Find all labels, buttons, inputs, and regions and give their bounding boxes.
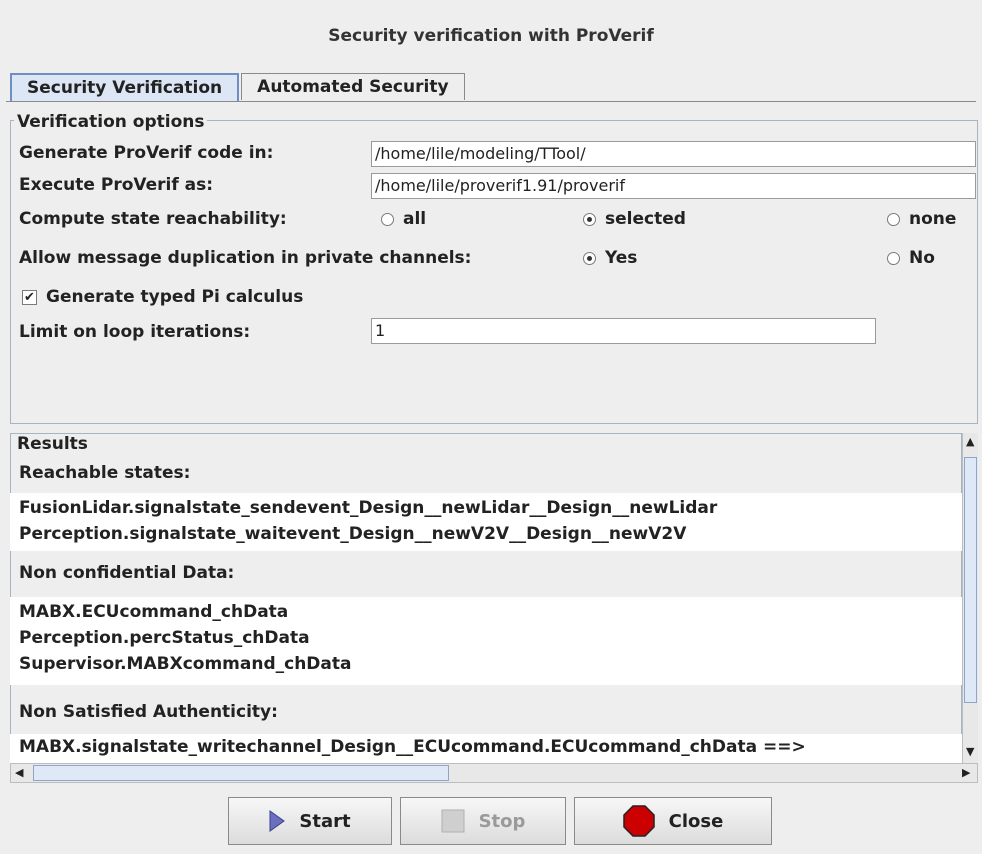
list-item: FusionLidar.signalstate_sendevent_Design…: [19, 498, 718, 518]
verification-options-legend: Verification options: [14, 112, 208, 132]
radio-icon: [887, 212, 900, 226]
tab-bar: Security Verification Automated Security: [10, 73, 467, 101]
execute-proverif-path-field[interactable]: /home/lile/proverif1.91/proverif: [371, 173, 976, 199]
reachability-all-label: all: [403, 209, 427, 229]
tab-automated-security[interactable]: Automated Security: [241, 73, 465, 100]
typed-pi-label: Generate typed Pi calculus: [46, 287, 304, 307]
results-legend: Results: [14, 434, 91, 454]
duplication-yes-radio[interactable]: Yes: [583, 248, 637, 268]
reachability-none-radio[interactable]: none: [887, 209, 956, 229]
stop-button[interactable]: Stop: [400, 797, 566, 845]
reachability-selected-radio[interactable]: selected: [583, 209, 686, 229]
radio-icon: [381, 212, 394, 226]
reachable-states-header: Reachable states:: [19, 463, 191, 483]
scroll-down-icon[interactable]: ▼: [966, 745, 974, 758]
message-duplication-label: Allow message duplication in private cha…: [19, 248, 472, 268]
radio-icon: [887, 251, 900, 265]
generate-code-path-field[interactable]: /home/lile/modeling/TTool/: [371, 141, 976, 167]
list-item: Supervisor.MABXcommand_chData: [19, 654, 352, 674]
scroll-right-icon[interactable]: ▶: [962, 766, 970, 779]
stop-icon: [441, 809, 465, 833]
play-icon: [269, 810, 286, 832]
close-button[interactable]: Close: [574, 797, 772, 845]
dialog-title: Security verification with ProVerif: [328, 26, 654, 46]
stop-button-label: Stop: [478, 810, 526, 832]
non-satisfied-authenticity-list: MABX.signalstate_writechannel_Design__EC…: [10, 734, 962, 763]
vertical-scroll-thumb[interactable]: [964, 457, 977, 703]
list-item: MABX.signalstate_writechannel_Design__EC…: [19, 737, 806, 757]
horizontal-scroll-thumb[interactable]: [33, 765, 449, 781]
reachability-all-radio[interactable]: all: [381, 209, 426, 229]
tab-security-verification[interactable]: Security Verification: [10, 73, 240, 101]
checkmark-icon: ✔: [22, 289, 37, 305]
non-confidential-list: MABX.ECUcommand_chData Perception.percSt…: [10, 597, 962, 685]
loop-limit-field[interactable]: 1: [371, 318, 876, 344]
radio-selected-icon: [583, 251, 596, 265]
scroll-up-icon[interactable]: ▲: [966, 435, 974, 448]
typed-pi-checkbox[interactable]: ✔ Generate typed Pi calculus: [22, 287, 303, 307]
results-vertical-scrollbar[interactable]: ▲ ▼: [962, 433, 978, 763]
tab-divider: [6, 101, 976, 102]
generate-code-label: Generate ProVerif code in:: [19, 143, 274, 163]
list-item: Perception.signalstate_waitevent_Design_…: [19, 524, 687, 544]
non-satisfied-authenticity-header: Non Satisfied Authenticity:: [19, 702, 278, 722]
state-reachability-label: Compute state reachability:: [19, 209, 287, 229]
start-button-label: Start: [299, 810, 351, 832]
loop-limit-label: Limit on loop iterations:: [19, 322, 251, 342]
close-button-label: Close: [668, 810, 724, 832]
radio-selected-icon: [583, 212, 596, 226]
non-confidential-header: Non confidential Data:: [19, 563, 235, 583]
duplication-no-label: No: [909, 248, 935, 268]
results-horizontal-scrollbar[interactable]: ◀ ▶: [10, 763, 978, 783]
duplication-no-radio[interactable]: No: [887, 248, 935, 268]
list-item: MABX.ECUcommand_chData: [19, 602, 289, 622]
start-button[interactable]: Start: [228, 797, 392, 845]
reachability-selected-label: selected: [605, 209, 686, 229]
duplication-yes-label: Yes: [605, 248, 638, 268]
reachable-states-list: FusionLidar.signalstate_sendevent_Design…: [10, 493, 962, 551]
scroll-left-icon[interactable]: ◀: [15, 766, 23, 779]
reachability-none-label: none: [909, 209, 957, 229]
list-item: Perception.percStatus_chData: [19, 628, 310, 648]
close-stop-sign-icon: [622, 805, 655, 837]
execute-proverif-label: Execute ProVerif as:: [19, 175, 214, 195]
